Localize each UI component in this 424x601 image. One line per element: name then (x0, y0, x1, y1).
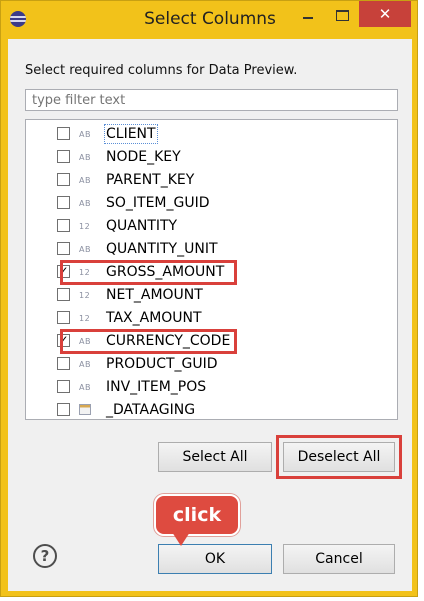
checkbox[interactable] (57, 150, 70, 163)
string-type-icon: AB (79, 245, 91, 254)
checkbox[interactable] (57, 403, 70, 416)
checkbox[interactable] (57, 242, 70, 255)
cancel-button[interactable]: Cancel (283, 544, 395, 574)
checkbox[interactable] (57, 127, 70, 140)
highlight-box (60, 260, 237, 285)
checkbox[interactable] (57, 311, 70, 324)
list-item[interactable]: AB QUANTITY_UNIT (26, 238, 397, 261)
list-item[interactable]: 12 NET_AMOUNT (26, 284, 397, 307)
help-icon[interactable]: ? (33, 544, 57, 568)
column-label: QUANTITY_UNIT (106, 241, 218, 257)
numeric-type-icon: 12 (79, 222, 91, 231)
checkbox[interactable] (57, 196, 70, 209)
checkbox[interactable] (57, 173, 70, 186)
column-list[interactable]: AB CLIENT AB NODE_KEY AB PARENT_KEY AB S… (25, 119, 398, 420)
checkbox[interactable] (57, 357, 70, 370)
numeric-type-icon: 12 (79, 314, 91, 323)
column-label: PRODUCT_GUID (106, 356, 218, 372)
highlight-box (60, 329, 237, 354)
column-label: _DATAAGING (106, 402, 196, 418)
column-label: CLIENT (104, 124, 158, 144)
column-label: TAX_AMOUNT (106, 310, 202, 326)
column-label: SO_ITEM_GUID (106, 195, 210, 211)
callout-pointer (172, 532, 190, 546)
select-all-button[interactable]: Select All (158, 442, 272, 472)
list-item[interactable]: 12 TAX_AMOUNT (26, 307, 397, 330)
title-bar[interactable]: Select Columns ✕ (1, 1, 419, 39)
column-label: NET_AMOUNT (106, 287, 203, 303)
list-item[interactable]: _DATAAGING (26, 399, 397, 422)
checkbox[interactable] (57, 219, 70, 232)
list-item[interactable]: AB PARENT_KEY (26, 169, 397, 192)
list-item[interactable]: AB SO_ITEM_GUID (26, 192, 397, 215)
list-item[interactable]: AB NODE_KEY (26, 146, 397, 169)
column-label: NODE_KEY (106, 149, 181, 165)
list-item[interactable]: 12 QUANTITY (26, 215, 397, 238)
string-type-icon: AB (79, 176, 91, 185)
close-button[interactable]: ✕ (359, 1, 411, 27)
list-item[interactable]: AB PRODUCT_GUID (26, 353, 397, 376)
string-type-icon: AB (79, 383, 91, 392)
column-label: QUANTITY (106, 218, 178, 234)
numeric-type-icon: 12 (79, 291, 91, 300)
filter-input[interactable] (25, 89, 398, 111)
checkbox[interactable] (57, 380, 70, 393)
string-type-icon: AB (79, 130, 91, 139)
string-type-icon: AB (79, 153, 91, 162)
checkbox[interactable] (57, 288, 70, 301)
click-callout: click (154, 494, 240, 536)
ok-button[interactable]: OK (158, 544, 272, 574)
highlight-box (276, 435, 402, 479)
instruction-text: Select required columns for Data Preview… (25, 63, 298, 78)
string-type-icon: AB (79, 199, 91, 208)
maximize-button[interactable] (325, 1, 359, 27)
column-label: PARENT_KEY (106, 172, 195, 188)
datetime-type-icon (79, 404, 91, 415)
minimize-button[interactable] (291, 1, 325, 27)
string-type-icon: AB (79, 360, 91, 369)
list-item[interactable]: AB CLIENT (26, 123, 397, 146)
column-label: INV_ITEM_POS (106, 379, 207, 395)
list-item[interactable]: AB INV_ITEM_POS (26, 376, 397, 399)
